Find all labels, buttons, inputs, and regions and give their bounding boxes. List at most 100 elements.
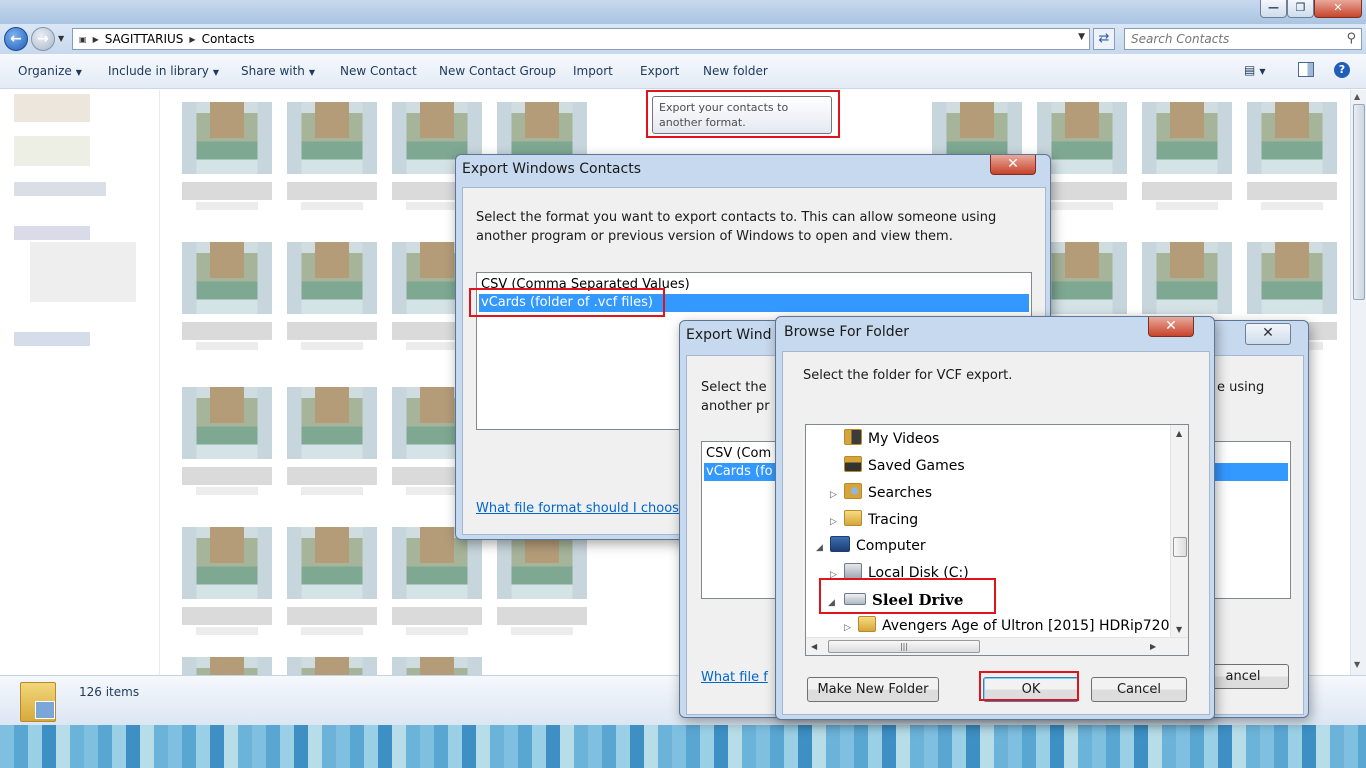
ok-button[interactable]: OK	[983, 677, 1079, 702]
tree-horizontal-scrollbar[interactable]: ◀ ||| ▶	[806, 637, 1188, 655]
contact-item[interactable]	[182, 90, 272, 220]
make-new-folder-button[interactable]: Make New Folder	[807, 677, 939, 702]
help-icon[interactable]: ?	[1334, 62, 1350, 78]
contact-item[interactable]	[287, 90, 377, 220]
scroll-down-icon[interactable]: ▼	[1354, 660, 1360, 669]
search-box: ⚲	[1124, 28, 1362, 50]
folder-tree[interactable]: My Videos Saved Games ▷ Searches ▷ Tracing…	[805, 424, 1189, 656]
nav-item-blurred[interactable]	[14, 136, 90, 166]
scroll-up-icon[interactable]: ▲	[1354, 92, 1360, 101]
contact-item[interactable]	[182, 645, 272, 675]
dialog-body: Select the folder for VCF export. My Vid…	[782, 351, 1210, 715]
back-button[interactable]: ←	[4, 27, 28, 51]
contacts-folder-icon	[20, 682, 56, 722]
scroll-right-icon[interactable]: ▶	[1150, 642, 1156, 651]
tree-horizontal-thumb[interactable]: |||	[828, 640, 980, 653]
tree-vertical-thumb[interactable]	[1173, 537, 1187, 557]
scroll-down-icon[interactable]: ▼	[1176, 625, 1182, 634]
breadcrumb-chevron-icon[interactable]: ▶	[93, 35, 99, 44]
search-folder-icon	[844, 483, 862, 499]
tree-item-usb-drive[interactable]: ◢ Sleel Drive	[828, 588, 963, 612]
back-arrow-icon: ←	[10, 31, 22, 47]
tree-item-local-disk[interactable]: ▷ Local Disk (C:)	[830, 561, 969, 585]
nav-item-blurred[interactable]	[14, 332, 90, 346]
maximize-icon: ❐	[1295, 1, 1306, 14]
collapse-icon: ◢	[828, 598, 835, 608]
contact-item[interactable]	[287, 515, 377, 645]
contact-item[interactable]	[182, 375, 272, 505]
tree-item-avengers-folder[interactable]: ▷ Avengers Age of Ultron [2015] HDRip720	[844, 614, 1170, 638]
browse-instructions: Select the folder for VCF export.	[803, 368, 1013, 383]
dialog-close-button[interactable]: ✕	[990, 155, 1036, 175]
export-button[interactable]: Export	[640, 64, 679, 78]
contact-item[interactable]	[287, 645, 377, 675]
scrollbar-thumb[interactable]	[1353, 104, 1365, 300]
title-bar: — ❐ ✕	[0, 0, 1366, 24]
tree-item-my-videos[interactable]: My Videos	[830, 427, 939, 451]
usb-drive-icon	[844, 593, 866, 605]
export-instructions: Select the format you want to export con…	[476, 210, 997, 244]
new-contact-group-button[interactable]: New Contact Group	[439, 64, 556, 78]
format-option-vcard[interactable]: vCards (folder of .vcf files)	[479, 294, 1029, 312]
preview-pane-icon[interactable]	[1298, 62, 1314, 77]
games-folder-icon	[844, 456, 862, 472]
search-icon[interactable]: ⚲	[1346, 31, 1356, 46]
contact-item[interactable]	[287, 230, 377, 360]
close-button[interactable]: ✕	[1314, 0, 1362, 18]
nav-item-blurred[interactable]	[14, 182, 106, 196]
address-bar: ← → ▼ ▣ ▶ SAGITTARIUS ▶ Contacts ▼ ⇄ ⚲	[0, 24, 1366, 54]
file-format-help-link[interactable]: What file format should I choos	[476, 501, 679, 516]
tree-item-computer[interactable]: ◢ Computer	[816, 534, 926, 558]
address-history-dropdown[interactable]: ▼	[1078, 32, 1085, 42]
tree-item-tracing[interactable]: ▷ Tracing	[830, 508, 918, 532]
import-button[interactable]: Import	[573, 64, 613, 78]
search-input[interactable]	[1125, 29, 1325, 49]
contact-item[interactable]	[182, 515, 272, 645]
new-contact-button[interactable]: New Contact	[340, 64, 417, 78]
contacts-folder-icon: ▣	[79, 34, 87, 44]
change-view-menu[interactable]: ▤ ▼	[1244, 63, 1274, 77]
collapse-icon: ◢	[816, 543, 823, 553]
dialog-close-button[interactable]: ✕	[1245, 323, 1291, 345]
maximize-button[interactable]: ❐	[1287, 0, 1314, 18]
refresh-button[interactable]: ⇄	[1093, 28, 1115, 50]
command-bar: Organize ▼ Include in library ▼ Share with…	[0, 54, 1366, 89]
share-with-menu[interactable]: Share with ▼	[241, 64, 315, 78]
forward-button[interactable]: →	[31, 27, 55, 51]
file-format-help-link[interactable]: What file f	[701, 670, 768, 685]
scroll-left-icon[interactable]: ◀	[811, 642, 817, 651]
include-in-library-menu[interactable]: Include in library ▼	[108, 64, 219, 78]
breadcrumb-chevron-icon[interactable]: ▶	[189, 35, 195, 44]
contact-item[interactable]	[287, 375, 377, 505]
breadcrumb-sagittarius[interactable]: SAGITTARIUS	[105, 32, 184, 46]
organize-menu[interactable]: Organize ▼	[18, 64, 82, 78]
computer-icon	[830, 536, 850, 552]
format-option-csv[interactable]: CSV (Comma Separated Values)	[479, 276, 1029, 294]
minimize-icon: —	[1268, 1, 1279, 14]
nav-item-blurred[interactable]	[30, 242, 136, 302]
export-instructions-line1: Select the	[701, 380, 767, 395]
tree-item-saved-games[interactable]: Saved Games	[830, 454, 965, 478]
breadcrumb-contacts[interactable]: Contacts	[202, 32, 255, 46]
nav-item-blurred[interactable]	[14, 94, 90, 122]
contact-item[interactable]	[1142, 90, 1232, 220]
new-folder-button[interactable]: New folder	[703, 64, 768, 78]
tree-vertical-scrollbar[interactable]: ▲ ▼	[1170, 425, 1188, 638]
recent-pages-dropdown[interactable]: ▼	[58, 34, 64, 43]
dialog-close-button[interactable]: ✕	[1148, 317, 1194, 337]
dialog-title: Export Wind	[686, 327, 772, 343]
nav-item-blurred[interactable]	[14, 226, 90, 240]
vertical-scrollbar[interactable]: ▲ ▼	[1350, 90, 1366, 675]
close-icon: ✕	[1007, 156, 1019, 172]
close-icon: ✕	[1333, 1, 1343, 14]
contact-item[interactable]	[1247, 90, 1337, 220]
minimize-button[interactable]: —	[1260, 0, 1287, 18]
contact-item[interactable]	[392, 645, 482, 675]
address-box[interactable]: ▣ ▶ SAGITTARIUS ▶ Contacts ▼	[72, 28, 1090, 50]
contact-item[interactable]	[182, 230, 272, 360]
tree-item-searches[interactable]: ▷ Searches	[830, 481, 932, 505]
scroll-up-icon[interactable]: ▲	[1176, 429, 1182, 438]
cancel-button[interactable]: Cancel	[1091, 677, 1187, 702]
folder-icon	[844, 510, 862, 526]
export-instructions-right: e using	[1217, 380, 1265, 395]
